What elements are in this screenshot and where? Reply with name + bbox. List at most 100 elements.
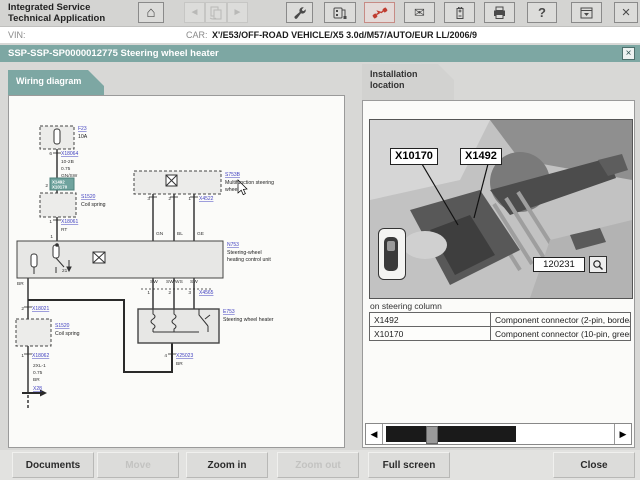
- connector-id-cell: X1492: [369, 312, 491, 327]
- diagram-link[interactable]: X4522: [199, 196, 214, 202]
- app-window: Integrated Service Technical Application…: [0, 0, 640, 480]
- diagram-label: RT: [61, 227, 67, 233]
- footer-button-documents[interactable]: Documents: [12, 452, 94, 478]
- diagram-label: BR: [33, 377, 40, 383]
- printer-button[interactable]: [484, 2, 515, 23]
- diagram-label: 3: [147, 196, 150, 202]
- car-value: X'/E53/OFF-ROAD VEHICLE/X5 3.0d/M57/AUTO…: [212, 30, 478, 40]
- diagram-label: BL: [177, 231, 183, 237]
- footer-button-move: Move: [97, 452, 179, 478]
- wrench-icon: [293, 6, 306, 19]
- programming-device-button[interactable]: [324, 2, 356, 23]
- diagram-label: Coil spring: [81, 202, 106, 208]
- diagram-label: 1: [49, 219, 52, 225]
- diagram-label: heating control unit: [227, 257, 271, 263]
- connection-button[interactable]: [364, 2, 395, 23]
- coil-spring-box-upper[interactable]: [39, 192, 77, 218]
- document-transfer-button[interactable]: [205, 2, 227, 23]
- diagram-link[interactable]: S1520: [81, 194, 96, 200]
- document-close-button[interactable]: ×: [622, 47, 635, 60]
- photo-label-x1492: X1492: [460, 148, 502, 165]
- diagram-link[interactable]: S1520: [55, 323, 70, 329]
- horizontal-scrollbar[interactable]: ◀ ▶: [365, 423, 632, 445]
- diagram-label: SW: [190, 279, 198, 285]
- diagram-label: 2: [21, 306, 24, 312]
- diagram-label: 1: [147, 290, 150, 296]
- home-button[interactable]: ⌂: [138, 2, 164, 23]
- diagram-label: 0.75: [61, 166, 71, 172]
- diagram-label: 6: [49, 151, 52, 157]
- diagram-label: 3: [188, 290, 191, 296]
- diagram-link[interactable]: X18064: [61, 151, 78, 157]
- wiring-diagram-panel[interactable]: F23 10A 6 X18064 10-2B 0.75 GN/SW 2 X1492 X10170 S…: [8, 95, 345, 448]
- switch-symbol: [165, 174, 178, 187]
- document-title-bar: SSP-SSP-SP0000012775 Steering wheel heat…: [0, 45, 640, 62]
- scrollbar-range: [386, 426, 516, 442]
- home-icon: ⌂: [146, 3, 156, 21]
- diagram-link[interactable]: S753B: [225, 172, 241, 178]
- diagram-label: Steering wheel heater: [223, 317, 274, 323]
- document-transfer-icon: [209, 6, 222, 19]
- diagram-link[interactable]: X25023: [176, 353, 193, 359]
- diagram-label: 10-2B: [61, 159, 74, 165]
- tab-installation-label-line2: location: [370, 80, 405, 90]
- diagram-link[interactable]: X18061: [61, 219, 78, 225]
- connector-id-cell: X10170: [369, 326, 491, 341]
- diagram-label: GN/SW: [61, 173, 78, 179]
- tab-installation-location[interactable]: Installation location: [362, 64, 454, 100]
- diagram-label: 2: [168, 290, 171, 296]
- coil-spring-box-lower[interactable]: [15, 318, 52, 347]
- footer-button-close[interactable]: Close: [553, 452, 635, 478]
- diagram-label: 1: [21, 353, 24, 359]
- workshop-button[interactable]: [286, 2, 313, 23]
- tab-wiring-diagram[interactable]: Wiring diagram: [8, 70, 104, 95]
- diagram-label: GN: [156, 231, 164, 237]
- diagram-link[interactable]: X4565: [199, 290, 214, 296]
- window-minimize-button[interactable]: [571, 2, 602, 23]
- fuse-symbol: [53, 128, 61, 145]
- footer-button-zoom-out: Zoom out: [277, 452, 359, 478]
- diagram-label: 4: [164, 353, 167, 359]
- photo-zoom-button[interactable]: [589, 256, 607, 273]
- app-title-line2: Technical Application: [8, 13, 106, 24]
- diagram-link[interactable]: X28: [33, 386, 42, 392]
- scrollbar-thumb[interactable]: [426, 426, 438, 444]
- tab-installation-label-line1: Installation: [370, 69, 418, 79]
- battery-button[interactable]: [444, 2, 475, 23]
- app-title: Integrated Service Technical Application: [8, 2, 105, 24]
- table-row: X1492Component connector (2-pin, bordeau…: [369, 312, 631, 327]
- heating-control-unit-box[interactable]: [16, 240, 224, 279]
- magnifier-icon: [593, 259, 603, 270]
- help-button[interactable]: ?: [527, 2, 557, 23]
- scroll-right-button[interactable]: ▶: [614, 424, 631, 444]
- programming-device-icon: [333, 7, 347, 19]
- document-title: SSP-SSP-SP0000012775 Steering wheel heat…: [8, 48, 219, 59]
- diagram-link[interactable]: E753: [223, 309, 235, 315]
- diagram-link[interactable]: X18062: [32, 353, 49, 359]
- diagram-label: 2: [45, 183, 48, 189]
- diagram-label: wheel: [225, 187, 239, 193]
- diagram-link[interactable]: N753: [227, 242, 239, 248]
- vehicle-bar: VIN: CAR: X'/E53/OFF-ROAD VEHICLE/X5 3.0…: [0, 27, 640, 43]
- diagram-label: SW: [150, 279, 158, 285]
- battery-icon: [456, 6, 463, 19]
- back-button[interactable]: ◄: [184, 2, 205, 23]
- diagram-label: Steering-wheel: [227, 250, 262, 256]
- help-icon: ?: [538, 5, 546, 20]
- photo-label-x10170: X10170: [390, 148, 438, 165]
- diagram-link[interactable]: X18021: [32, 306, 49, 312]
- steering-wheel-heater-box[interactable]: [137, 308, 220, 344]
- diagram-label: Coil spring: [55, 331, 80, 337]
- footer-button-full-screen[interactable]: Full screen: [368, 452, 450, 478]
- scroll-left-button[interactable]: ◀: [366, 424, 383, 444]
- forward-button[interactable]: ►: [227, 2, 248, 23]
- installation-photo[interactable]: X10170 X1492 120231: [369, 119, 633, 299]
- tab-wiring-diagram-label: Wiring diagram: [16, 76, 82, 86]
- app-close-button[interactable]: ×: [614, 2, 638, 23]
- car-label: CAR:: [186, 30, 208, 40]
- footer-button-zoom-in[interactable]: Zoom in: [186, 452, 268, 478]
- mail-icon: ✉: [414, 4, 425, 20]
- mail-button[interactable]: ✉: [404, 2, 435, 23]
- diagram-label: 1: [50, 234, 53, 240]
- diagram-link[interactable]: F23: [78, 126, 87, 132]
